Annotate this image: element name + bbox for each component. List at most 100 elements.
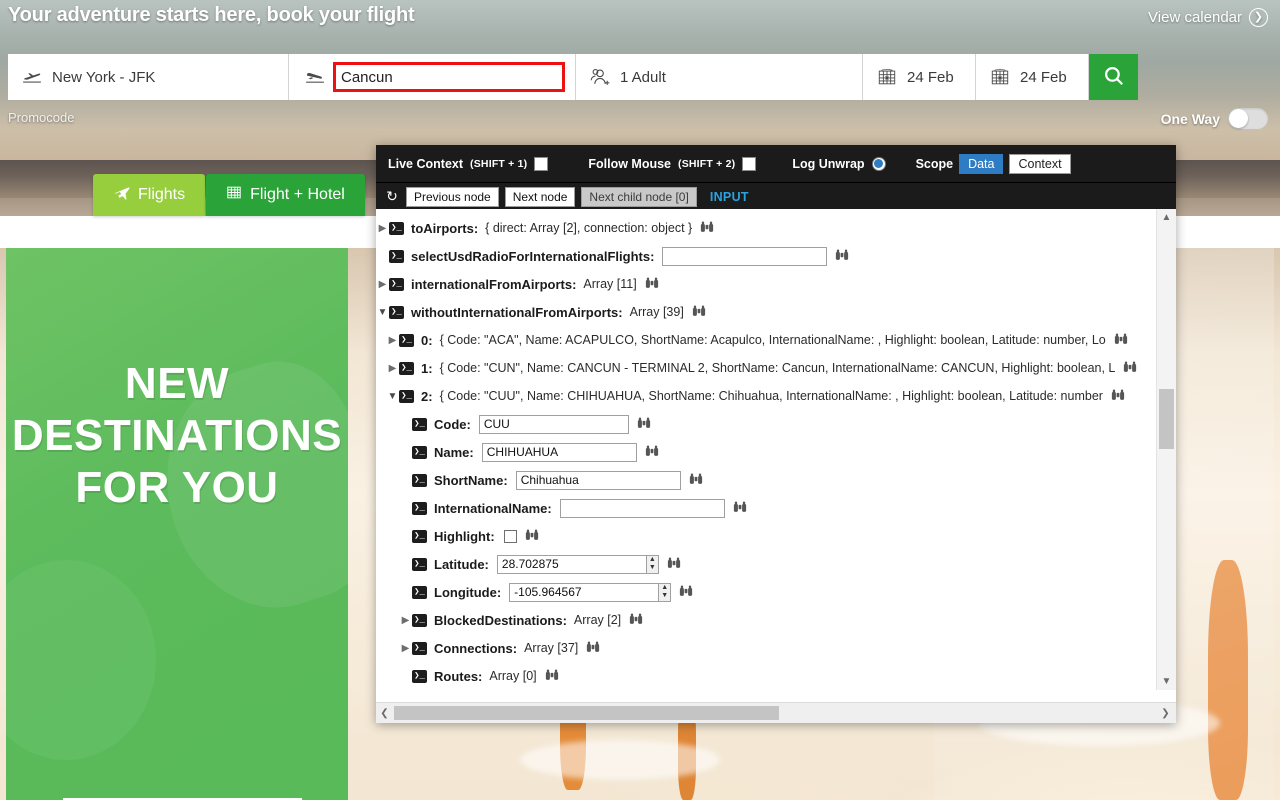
binoculars-icon[interactable] <box>1111 389 1125 404</box>
console-node-icon[interactable]: ❯_ <box>412 417 427 431</box>
binoculars-icon[interactable] <box>835 249 849 264</box>
tree-row[interactable]: ❯_ ShortName: <box>376 466 1157 494</box>
promo-card[interactable]: NEW DESTINATIONS FOR YOU SEE MORE <box>6 248 348 800</box>
scope-data-button[interactable]: Data <box>959 153 1004 174</box>
horizontal-scroll-thumb[interactable] <box>394 706 779 720</box>
tree-row[interactable]: ❯_ Routes: Array [0] <box>376 662 1157 690</box>
view-calendar-link[interactable]: View calendar ❯ <box>1148 8 1268 27</box>
log-unwrap-option[interactable]: Log Unwrap <box>792 156 886 171</box>
live-context-option[interactable]: Live Context (SHIFT + 1) <box>388 156 549 171</box>
console-node-icon[interactable]: ❯_ <box>412 529 427 543</box>
console-node-icon[interactable]: ❯_ <box>389 221 404 235</box>
tree-row[interactable]: ❯_ Highlight: <box>376 522 1157 550</box>
tab-flight-hotel[interactable]: Flight + Hotel <box>206 174 365 216</box>
scroll-left-arrow[interactable]: ❮ <box>376 708 393 719</box>
console-node-icon[interactable]: ❯_ <box>412 585 427 599</box>
binoculars-icon[interactable] <box>679 585 693 600</box>
tree-row[interactable]: ❯_ Latitude: ▲▼ <box>376 550 1157 578</box>
refresh-icon[interactable]: ↻ <box>384 188 400 205</box>
console-node-icon[interactable]: ❯_ <box>412 613 427 627</box>
console-node-icon[interactable]: ❯_ <box>389 249 404 263</box>
scroll-down-arrow[interactable]: ▼ <box>1157 673 1176 690</box>
console-node-icon[interactable]: ❯_ <box>412 445 427 459</box>
expand-arrow-closed[interactable]: ▶ <box>399 643 412 654</box>
tree-row[interactable]: ❯_ InternationalName: <box>376 494 1157 522</box>
console-node-icon[interactable]: ❯_ <box>399 333 414 347</box>
binoculars-icon[interactable] <box>667 557 681 572</box>
binoculars-icon[interactable] <box>637 417 651 432</box>
console-node-icon[interactable]: ❯_ <box>412 557 427 571</box>
vertical-scrollbar[interactable]: ▲ ▼ <box>1156 209 1176 690</box>
tab-flights[interactable]: Flights <box>93 174 206 216</box>
tree-row[interactable]: ▶ ❯_ toAirports: { direct: Array [2], conne… <box>376 214 1157 242</box>
tree-row[interactable]: ❯_ Name: <box>376 438 1157 466</box>
tree-row[interactable]: ▶ ❯_ 1: { Code: "CUN", Name: CANCUN - TERMI… <box>376 354 1157 382</box>
tree-checkbox[interactable] <box>503 529 517 543</box>
next-child-node-button[interactable]: Next child node [0] <box>581 186 697 207</box>
tree-row[interactable]: ▶ ❯_ internationalFromAirports: Array [11] <box>376 270 1157 298</box>
tree-row[interactable]: ❯_ Code: <box>376 410 1157 438</box>
follow-mouse-checkbox[interactable] <box>742 156 757 171</box>
console-node-icon[interactable]: ❯_ <box>412 641 427 655</box>
binoculars-icon[interactable] <box>689 473 703 488</box>
tree-number-input[interactable] <box>509 582 660 602</box>
return-date-field[interactable]: 24 Feb <box>976 54 1089 100</box>
expand-arrow-closed[interactable]: ▶ <box>386 363 399 374</box>
scroll-up-arrow[interactable]: ▲ <box>1157 209 1176 226</box>
expand-arrow-closed[interactable]: ▶ <box>376 223 389 234</box>
tree-row[interactable]: ▼ ❯_ withoutInternationalFromAirports: Arra… <box>376 298 1157 326</box>
binoculars-icon[interactable] <box>700 221 714 236</box>
expand-arrow-closed[interactable]: ▶ <box>376 279 389 290</box>
tree-row[interactable]: ▶ ❯_ 0: { Code: "ACA", Name: ACAPULCO, Shor… <box>376 326 1157 354</box>
destination-field[interactable] <box>289 54 576 100</box>
binoculars-icon[interactable] <box>645 445 659 460</box>
binoculars-icon[interactable] <box>525 529 539 544</box>
destination-input[interactable] <box>333 62 565 92</box>
previous-node-button[interactable]: Previous node <box>406 186 499 207</box>
horizontal-scrollbar[interactable]: ❮ ❯ <box>376 702 1176 723</box>
vertical-scroll-thumb[interactable] <box>1159 389 1174 449</box>
console-node-icon[interactable]: ❯_ <box>389 305 404 319</box>
expand-arrow-closed[interactable]: ▶ <box>399 615 412 626</box>
tree-text-input[interactable] <box>515 470 681 490</box>
expand-arrow-open[interactable]: ▼ <box>376 307 389 318</box>
one-way-toggle[interactable] <box>1228 108 1268 129</box>
tree-row[interactable]: ▼ ❯_ 2: { Code: "CUU", Name: CHIHUAHUA, Sho… <box>376 382 1157 410</box>
next-node-button[interactable]: Next node <box>504 186 576 207</box>
tree-text-input[interactable] <box>559 498 725 518</box>
scroll-right-arrow[interactable]: ❯ <box>1157 708 1174 719</box>
number-stepper[interactable]: ▲ ▼ <box>645 554 659 574</box>
console-node-icon[interactable]: ❯_ <box>399 361 414 375</box>
tree-text-input[interactable] <box>662 246 828 266</box>
tree-row[interactable]: ▶ ❯_ BlockedDestinations: Array [2] <box>376 606 1157 634</box>
binoculars-icon[interactable] <box>1114 333 1128 348</box>
binoculars-icon[interactable] <box>692 305 706 320</box>
console-node-icon[interactable]: ❯_ <box>412 501 427 515</box>
console-node-icon[interactable]: ❯_ <box>412 669 427 683</box>
search-button[interactable] <box>1089 54 1138 100</box>
tree-row[interactable]: ❯_ Longitude: ▲▼ <box>376 578 1157 606</box>
tree-text-input[interactable] <box>481 442 637 462</box>
tree-row[interactable]: ▶ ❯_ Connections: Array [37] <box>376 634 1157 662</box>
number-stepper[interactable]: ▲ ▼ <box>658 582 672 602</box>
console-node-icon[interactable]: ❯_ <box>399 389 414 403</box>
binoculars-icon[interactable] <box>1123 361 1137 376</box>
live-context-checkbox[interactable] <box>534 156 549 171</box>
tree-text-input[interactable] <box>478 414 629 434</box>
passengers-field[interactable]: 1 Adult <box>576 54 863 100</box>
binoculars-icon[interactable] <box>629 613 643 628</box>
scope-context-button[interactable]: Context <box>1009 153 1071 174</box>
promocode-link[interactable]: Promocode <box>8 110 74 125</box>
console-node-icon[interactable]: ❯_ <box>412 473 427 487</box>
depart-date-field[interactable]: 24 Feb <box>863 54 976 100</box>
tree-row[interactable]: ❯_ selectUsdRadioForInternationalFlights: <box>376 242 1157 270</box>
binoculars-icon[interactable] <box>645 277 659 292</box>
follow-mouse-option[interactable]: Follow Mouse (SHIFT + 2) <box>588 156 757 171</box>
binoculars-icon[interactable] <box>586 641 600 656</box>
origin-field[interactable]: New York - JFK <box>8 54 289 100</box>
console-node-icon[interactable]: ❯_ <box>389 277 404 291</box>
tree-number-input[interactable] <box>496 554 647 574</box>
log-unwrap-radio[interactable] <box>871 156 886 171</box>
expand-arrow-closed[interactable]: ▶ <box>386 335 399 346</box>
binoculars-icon[interactable] <box>733 501 747 516</box>
